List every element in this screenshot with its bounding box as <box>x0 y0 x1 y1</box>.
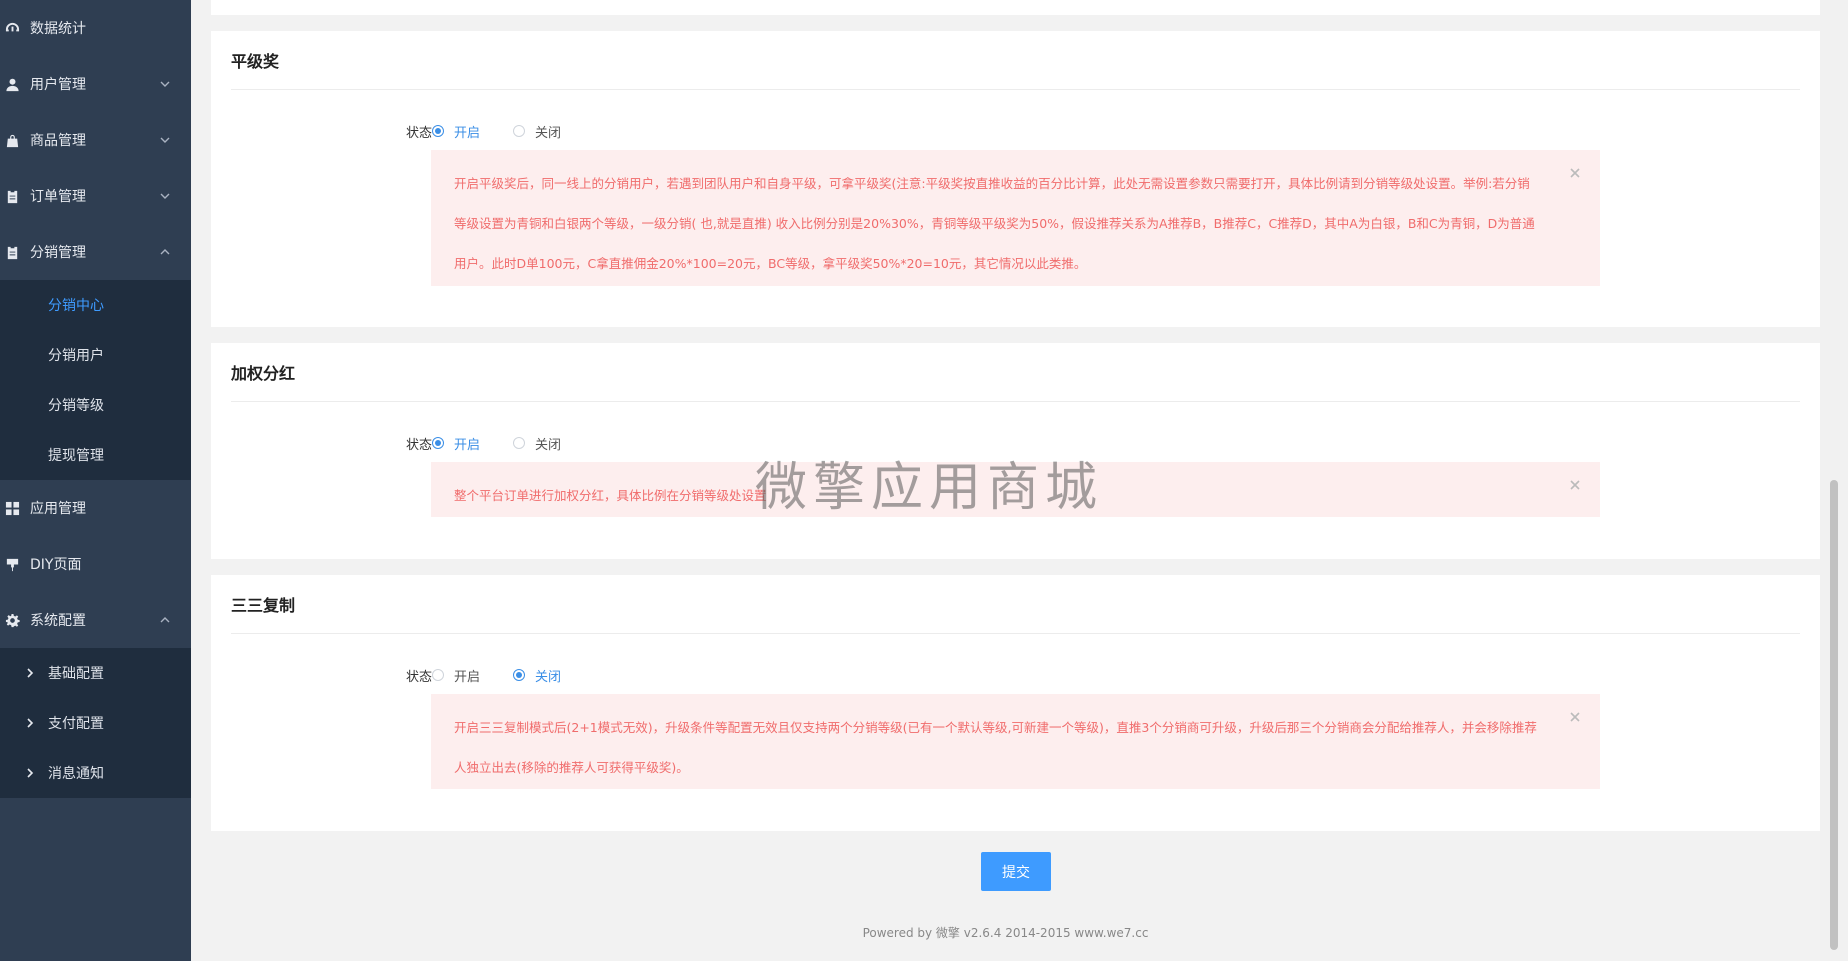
sidebar-subitem-distribution-levels[interactable]: 分销等级 <box>0 380 191 430</box>
radio-label: 关闭 <box>535 669 562 685</box>
sidebar-item-label: 用户管理 <box>30 77 86 93</box>
scrollbar[interactable] <box>1820 0 1848 961</box>
close-icon[interactable] <box>1570 154 1584 178</box>
subitem-label: 分销用户 <box>48 348 104 364</box>
sidebar-item-label: DIY页面 <box>30 557 82 573</box>
sidebar-item-products[interactable]: 商品管理 <box>0 112 191 168</box>
radio-dot <box>432 437 444 449</box>
user-icon <box>4 76 20 92</box>
radio-label: 关闭 <box>535 437 562 453</box>
section-title: 平级奖 <box>231 31 1800 90</box>
submit-button[interactable]: 提交 <box>981 852 1051 891</box>
radio-on[interactable]: 开启 <box>432 434 480 453</box>
sidebar-item-label: 分销管理 <box>30 245 86 261</box>
close-icon[interactable] <box>1570 466 1584 490</box>
chevron-down-icon <box>159 190 171 202</box>
alert-text: 开启平级奖后，同一线上的分销用户，若遇到团队用户和自身平级，可拿平级奖(注意:平… <box>454 176 1535 271</box>
sidebar-subitem-basic-config[interactable]: 基础配置 <box>0 648 191 698</box>
section-triple-copy: 三三复制 状态 开启 关闭 开启三三复制模式后(2+1模式无效)，升级条件等配置… <box>211 575 1820 831</box>
sidebar-subitem-distribution-users[interactable]: 分销用户 <box>0 330 191 380</box>
sidebar-item-label: 应用管理 <box>30 501 86 517</box>
subitem-label: 基础配置 <box>48 666 104 682</box>
sidebar-item-diy-page[interactable]: DIY页面 <box>0 536 191 592</box>
sidebar-subitem-payment-config[interactable]: 支付配置 <box>0 698 191 748</box>
subitem-label: 分销中心 <box>48 298 104 314</box>
alert-text: 开启三三复制模式后(2+1模式无效)，升级条件等配置无效且仅支持两个分销等级(已… <box>454 720 1537 775</box>
chevron-up-icon <box>159 246 171 258</box>
chevron-right-icon <box>24 717 36 729</box>
chevron-up-icon <box>159 614 171 626</box>
radio-off[interactable]: 关闭 <box>513 666 561 685</box>
sidebar-subitem-distribution-center[interactable]: 分销中心 <box>0 280 191 330</box>
status-label: 状态 <box>405 125 432 141</box>
status-label: 状态 <box>405 437 432 453</box>
chevron-right-icon <box>24 767 36 779</box>
sidebar-item-label: 订单管理 <box>30 189 86 205</box>
info-alert: 开启平级奖后，同一线上的分销用户，若遇到团队用户和自身平级，可拿平级奖(注意:平… <box>431 150 1600 286</box>
radio-label: 关闭 <box>535 125 562 141</box>
radio-label: 开启 <box>454 437 481 453</box>
dashboard-icon <box>4 20 20 36</box>
info-alert: 整个平台订单进行加权分红，具体比例在分销等级处设置 <box>431 462 1600 517</box>
radio-on[interactable]: 开启 <box>432 666 480 685</box>
section-weighted-dividend: 加权分红 状态 开启 关闭 整个平台订单进行加权分红，具体比例在分销等级处设置 <box>211 343 1820 559</box>
chevron-down-icon <box>159 78 171 90</box>
sidebar-item-orders[interactable]: 订单管理 <box>0 168 191 224</box>
status-label: 状态 <box>405 669 432 685</box>
scroll-thumb[interactable] <box>1830 480 1838 950</box>
radio-dot <box>513 437 525 449</box>
status-row: 状态 开启 关闭 <box>211 119 1820 143</box>
section-title: 三三复制 <box>231 575 1800 634</box>
subitem-label: 分销等级 <box>48 398 104 414</box>
subitem-label: 消息通知 <box>48 766 104 782</box>
sidebar-item-system-config[interactable]: 系统配置 <box>0 592 191 648</box>
footer: Powered by 微擎 v2.6.4 2014-2015 www.we7.c… <box>862 926 1149 940</box>
radio-off[interactable]: 关闭 <box>513 122 561 141</box>
sidebar-item-users[interactable]: 用户管理 <box>0 56 191 112</box>
sidebar-subitem-notifications[interactable]: 消息通知 <box>0 748 191 798</box>
section-title: 加权分红 <box>231 343 1800 402</box>
system-submenu: 基础配置 支付配置 消息通知 <box>0 648 191 798</box>
main-content: 平级奖 状态 开启 关闭 开启平级奖后，同一线上的分销用户，若遇到团队用户和自身… <box>191 0 1820 961</box>
previous-card <box>211 0 1820 15</box>
radio-off[interactable]: 关闭 <box>513 434 561 453</box>
bag-icon <box>4 132 20 148</box>
status-row: 状态 开启 关闭 <box>211 431 1820 455</box>
close-icon[interactable] <box>1570 698 1584 722</box>
clipboard-icon <box>4 188 20 204</box>
chevron-down-icon <box>159 134 171 146</box>
radio-dot <box>432 125 444 137</box>
chevron-right-icon <box>24 667 36 679</box>
sidebar-item-label: 数据统计 <box>30 21 86 37</box>
status-row: 状态 开启 关闭 <box>211 663 1820 687</box>
sidebar-item-label: 系统配置 <box>30 613 86 629</box>
alert-text: 整个平台订单进行加权分红，具体比例在分销等级处设置 <box>454 488 767 503</box>
sidebar-subitem-withdrawals[interactable]: 提现管理 <box>0 430 191 480</box>
radio-label: 开启 <box>454 125 481 141</box>
radio-dot <box>513 125 525 137</box>
sidebar-item-apps[interactable]: 应用管理 <box>0 480 191 536</box>
sidebar: 数据统计 用户管理 商品管理 订单管理 分销管理 分销中心 分销用户 分销等级 … <box>0 0 191 961</box>
sidebar-item-label: 商品管理 <box>30 133 86 149</box>
radio-label: 开启 <box>454 669 481 685</box>
grid-icon <box>4 500 20 516</box>
section-peer-bonus: 平级奖 状态 开启 关闭 开启平级奖后，同一线上的分销用户，若遇到团队用户和自身… <box>211 31 1820 327</box>
sidebar-item-statistics[interactable]: 数据统计 <box>0 0 191 56</box>
radio-on[interactable]: 开启 <box>432 122 480 141</box>
subitem-label: 支付配置 <box>48 716 104 732</box>
sidebar-item-distribution[interactable]: 分销管理 <box>0 224 191 280</box>
info-alert: 开启三三复制模式后(2+1模式无效)，升级条件等配置无效且仅支持两个分销等级(已… <box>431 694 1600 789</box>
clipboard-icon <box>4 244 20 260</box>
subitem-label: 提现管理 <box>48 448 104 464</box>
brush-icon <box>4 556 20 572</box>
radio-dot <box>513 669 525 681</box>
gear-icon <box>4 612 20 628</box>
radio-dot <box>432 669 444 681</box>
distribution-submenu: 分销中心 分销用户 分销等级 提现管理 <box>0 280 191 480</box>
